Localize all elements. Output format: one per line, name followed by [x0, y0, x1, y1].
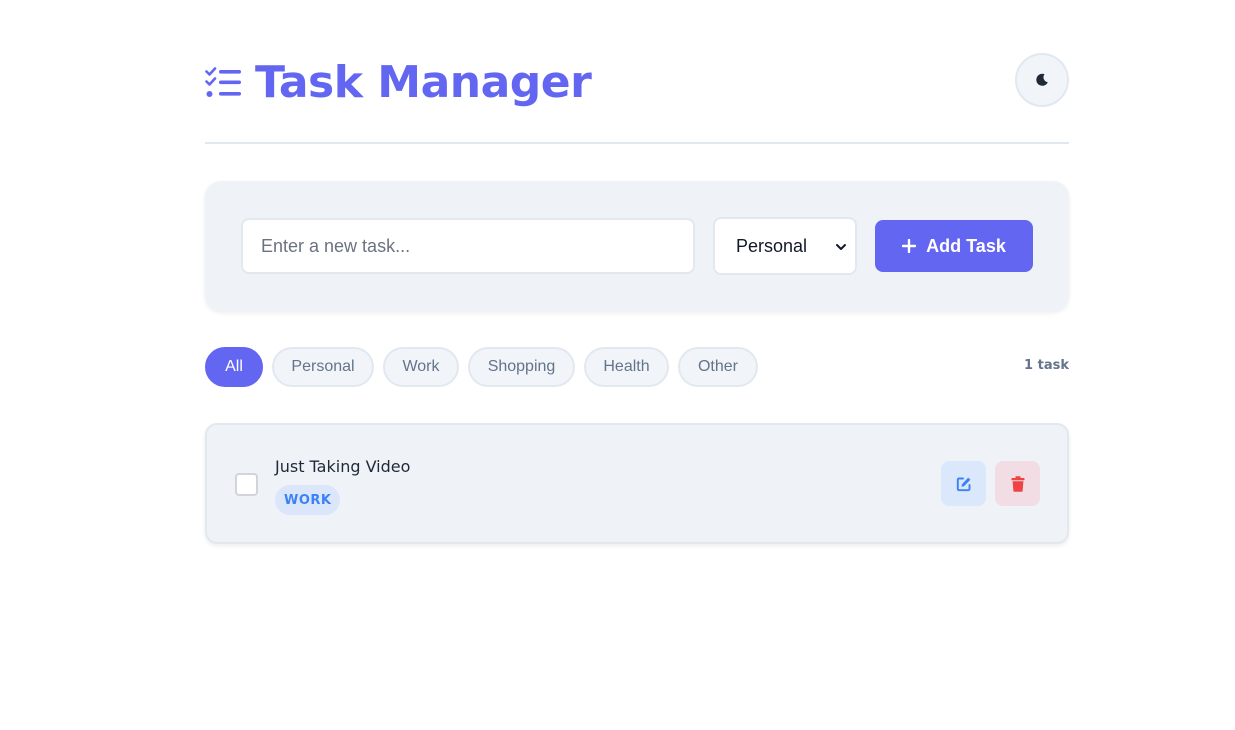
chevron-down-icon	[836, 244, 846, 250]
title-group: Task Manager	[205, 57, 592, 108]
theme-toggle-button[interactable]	[1015, 53, 1069, 107]
moon-icon	[1036, 73, 1048, 86]
task-complete-checkbox[interactable]	[235, 473, 258, 496]
task-category-badge: WORK	[275, 485, 341, 515]
task-list-icon	[205, 67, 241, 97]
add-task-panel: Personal Add Task	[205, 181, 1069, 311]
filter-bar: All Personal Work Shopping Health Other	[205, 347, 767, 387]
filter-personal[interactable]: Personal	[272, 347, 374, 387]
filter-label: All	[225, 358, 243, 375]
filter-other[interactable]: Other	[678, 347, 758, 387]
edit-task-button[interactable]	[941, 461, 986, 506]
add-task-button-label: Add Task	[926, 235, 1006, 256]
filter-health[interactable]: Health	[584, 347, 669, 387]
task-count: 1 task	[1024, 358, 1069, 373]
page-title: Task Manager	[255, 57, 592, 108]
task-item: Just Taking Video WORK	[205, 423, 1069, 544]
add-task-button[interactable]: Add Task	[875, 220, 1033, 272]
filter-label: Personal	[291, 358, 355, 375]
filter-all[interactable]: All	[205, 347, 263, 387]
filter-work[interactable]: Work	[383, 347, 459, 387]
delete-task-button[interactable]	[995, 461, 1040, 506]
filter-label: Work	[402, 358, 440, 375]
new-task-input[interactable]	[241, 218, 695, 274]
filter-label: Other	[697, 358, 738, 375]
edit-icon	[956, 477, 970, 491]
filter-label: Health	[603, 358, 650, 375]
task-title: Just Taking Video	[275, 457, 411, 476]
category-select[interactable]: Personal	[713, 217, 857, 275]
filter-label: Shopping	[487, 358, 556, 375]
app-container: Task Manager Personal Add Task All Perso…	[205, 0, 1069, 544]
category-select-value: Personal	[736, 235, 808, 256]
trash-icon	[1011, 475, 1024, 492]
filter-shopping[interactable]: Shopping	[468, 347, 575, 387]
header: Task Manager	[205, 0, 1069, 144]
plus-icon	[902, 239, 917, 253]
